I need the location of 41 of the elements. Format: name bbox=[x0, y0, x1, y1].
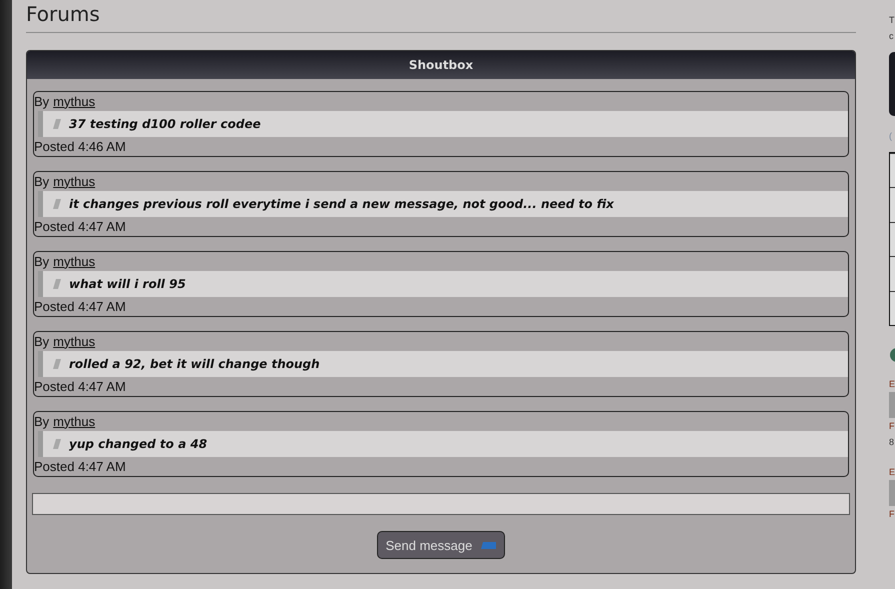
posted-time: Posted 4:47 AM bbox=[34, 379, 126, 394]
sidebar-text: F bbox=[889, 420, 895, 433]
by-label: By bbox=[34, 254, 50, 269]
author-link[interactable]: mythus bbox=[53, 414, 96, 429]
sidebar-block bbox=[889, 392, 895, 418]
author-link[interactable]: mythus bbox=[53, 334, 96, 349]
quote-mark-icon bbox=[53, 438, 61, 449]
sidebar-text: E bbox=[889, 466, 895, 479]
by-label: By bbox=[34, 334, 50, 349]
message-text: rolled a 92, bet it will change though bbox=[69, 356, 320, 371]
by-label: By bbox=[34, 174, 50, 189]
sidebar-text: c bbox=[889, 30, 894, 43]
page-title: Forums bbox=[26, 0, 856, 33]
sidebar-text: 8 bbox=[889, 436, 895, 449]
sidebar-card bbox=[889, 52, 895, 116]
message-input[interactable] bbox=[32, 493, 850, 515]
quote-mark-icon bbox=[53, 358, 61, 369]
sidebar-text: E bbox=[889, 378, 895, 391]
message-text: it changes previous roll everytime i send a new message, not good... need to fix bbox=[69, 196, 614, 211]
sidebar-text: F bbox=[889, 508, 895, 521]
sidebar-text: ( bbox=[889, 130, 893, 143]
quote-mark-icon bbox=[53, 278, 61, 289]
sidebar-block bbox=[889, 480, 895, 506]
message-text: what will i roll 95 bbox=[69, 276, 186, 291]
quote-mark-icon bbox=[53, 198, 61, 209]
message-text: yup changed to a 48 bbox=[69, 436, 208, 451]
posted-time: Posted 4:46 AM bbox=[34, 139, 126, 154]
posted-time: Posted 4:47 AM bbox=[34, 459, 126, 474]
author-link[interactable]: mythus bbox=[53, 254, 96, 269]
shoutbox-header: Shoutbox bbox=[27, 51, 855, 79]
send-button[interactable]: Send message bbox=[376, 531, 506, 559]
by-label: By bbox=[34, 414, 50, 429]
by-label: By bbox=[34, 94, 50, 109]
posted-time: Posted 4:47 AM bbox=[34, 219, 126, 234]
author-link[interactable]: mythus bbox=[53, 174, 96, 189]
sidebar-text: T bbox=[889, 14, 895, 27]
send-icon bbox=[480, 540, 496, 550]
author-link[interactable]: mythus bbox=[53, 94, 96, 109]
quote-mark-icon bbox=[53, 118, 61, 129]
posted-time: Posted 4:47 AM bbox=[34, 299, 126, 314]
message-text: 37 testing d100 roller codee bbox=[69, 116, 261, 131]
